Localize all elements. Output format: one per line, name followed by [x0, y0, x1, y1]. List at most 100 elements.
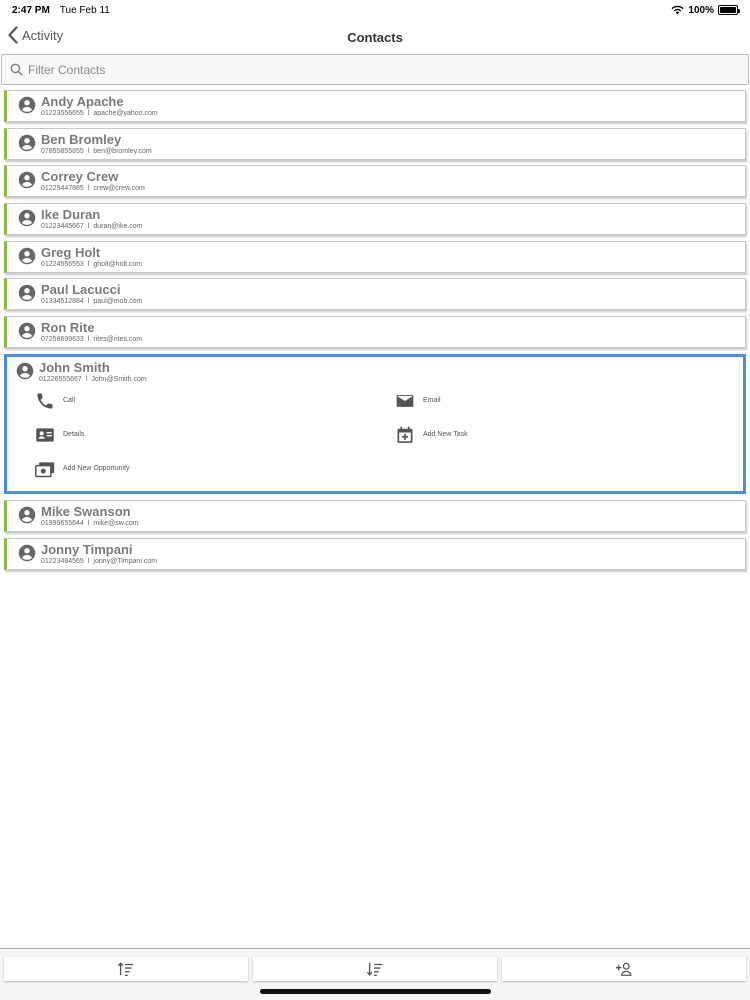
person-icon [18, 285, 36, 302]
contact-email: mike@sw.com [93, 519, 139, 527]
contact-email: crew@crew.com [93, 185, 145, 193]
contact-phone: 01223445667 [41, 223, 84, 231]
add-task-label: Add New Task [423, 431, 468, 439]
add-contact-icon [615, 962, 632, 976]
contact-row[interactable]: Jonny Timpani 01223484565 l jonny@Timpani.… [4, 537, 746, 570]
sort-descending-icon [366, 962, 383, 976]
sort-descending-button[interactable] [253, 957, 497, 981]
status-right: 100% [671, 4, 740, 16]
status-bar: 2:47 PM Tue Feb 11 100% [0, 0, 750, 20]
details-label: Details [63, 431, 85, 439]
contact-email: jonny@Timpani.com [93, 557, 158, 565]
contact-name: Mike Swanson [41, 503, 131, 519]
phone-icon [37, 393, 53, 409]
sort-ascending-button[interactable] [4, 957, 248, 981]
person-icon [18, 209, 36, 227]
page-title: Contacts [347, 29, 403, 45]
contact-name: Paul Lacucci [41, 282, 121, 298]
contact-row[interactable]: Greg Holt 01224556553 l gholt@holt.com [4, 240, 746, 273]
person-icon [18, 172, 36, 189]
contact-row-selected[interactable]: John Smith 01226555667 l John@Smith.com Ca… [4, 353, 746, 494]
contact-email: rites@rites.com [93, 336, 143, 344]
contact-phone: 07855855855 [41, 147, 84, 155]
contact-row[interactable]: Ike Duran 01223445667 l duran@ike.com [4, 203, 746, 236]
calendar-add-icon [397, 426, 413, 443]
status-time: 2:47 PM [12, 4, 50, 16]
add-task-action[interactable]: Add New Task [395, 425, 468, 445]
contact-name: Jonny Timpani [41, 541, 133, 557]
contact-separator: l [87, 147, 90, 155]
contact-email: apache@yahoo.com [93, 110, 158, 117]
call-action[interactable]: Call [35, 391, 75, 411]
contact-separator: l [87, 185, 90, 193]
contact-phone: 07258699633 [41, 336, 84, 344]
contact-name: Andy Apache [41, 94, 124, 109]
contact-info: 01224556553 l gholt@holt.com [41, 261, 142, 268]
contact-phone: 01223484565 [41, 557, 84, 565]
contact-info: 01223445667 l duran@ike.com [41, 223, 143, 230]
contact-separator: l [85, 375, 88, 383]
contact-phone: 01224556553 [41, 260, 84, 268]
id-card-icon [36, 428, 54, 442]
contact-email: paul@mob.com [93, 298, 143, 306]
add-opportunity-action[interactable]: Add New Opportunity [35, 459, 130, 479]
search-icon [10, 63, 23, 76]
person-icon [18, 506, 36, 524]
contact-name: Correy Crew [41, 169, 119, 185]
person-icon [18, 134, 36, 151]
contact-info: 07258699633 l rites@rites.com [41, 336, 142, 343]
contact-phone: 01334512884 [41, 298, 84, 306]
contact-phone: 01999655644 [41, 519, 84, 527]
contact-name: Ron Rite [41, 320, 95, 336]
back-button[interactable]: Activity [8, 26, 63, 44]
contact-row[interactable]: Andy Apache 01223556655 l apache@yahoo.com [4, 90, 746, 122]
contact-row[interactable]: Ben Bromley 07855855855 l ben@bromley.com [4, 127, 746, 160]
back-button-label: Activity [22, 27, 64, 43]
contact-email: gholt@holt.com [93, 260, 143, 268]
contact-email: John@Smith.com [91, 375, 147, 383]
contact-row[interactable]: Ron Rite 07258699633 l rites@rites.com [4, 316, 746, 349]
contact-info: 01999655644 l mike@sw.com [41, 520, 139, 527]
contact-phone: 01225447885 [41, 185, 84, 193]
navigation-bar: Activity Contacts [0, 22, 750, 52]
contact-info: 01223556655 l apache@yahoo.com [41, 110, 158, 117]
status-date: Tue Feb 11 [59, 4, 110, 16]
contact-name: John Smith [39, 359, 110, 375]
email-action[interactable]: Email [395, 391, 441, 411]
sort-ascending-icon [117, 962, 134, 976]
battery-icon [718, 5, 740, 15]
contact-info: 01226555667 l John@Smith.com [39, 376, 147, 383]
contact-row[interactable]: Mike Swanson 01999655644 l mike@sw.com [4, 499, 746, 532]
person-icon [18, 247, 36, 264]
contact-separator: l [87, 223, 90, 231]
contact-separator: l [87, 336, 90, 344]
contact-info: 01334512884 l paul@mob.com [41, 298, 143, 305]
details-action[interactable]: Details [35, 425, 84, 445]
contact-info: 01223484565 l jonny@Timpani.com [41, 558, 157, 565]
add-contact-button[interactable] [502, 957, 746, 981]
contact-phone: 01223556655 [41, 110, 84, 117]
contact-separator: l [87, 110, 90, 117]
call-label: Call [63, 397, 76, 405]
contact-row[interactable]: Correy Crew 01225447885 l crew@crew.com [4, 165, 746, 198]
battery-percent: 100% [688, 4, 714, 16]
contact-phone: 01226555667 [39, 375, 82, 383]
add-opportunity-label: Add New Opportunity [63, 465, 130, 473]
contact-email: ben@bromley.com [93, 147, 152, 155]
contact-separator: l [87, 557, 90, 565]
person-icon [18, 322, 36, 340]
search-input[interactable] [28, 62, 693, 77]
home-indicator[interactable] [260, 989, 491, 994]
contact-row[interactable]: Paul Lacucci 01334512884 l paul@mob.com [4, 278, 746, 311]
search-bar [0, 54, 750, 85]
contact-name: Ben Bromley [41, 131, 122, 147]
money-icon [35, 462, 55, 478]
contact-name: Ike Duran [41, 207, 101, 223]
person-icon [18, 96, 36, 114]
wifi-icon [671, 5, 684, 15]
person-icon [16, 362, 34, 380]
contact-list: Andy Apache 01223556655 l apache@yahoo.com… [4, 90, 746, 575]
person-icon [18, 544, 36, 561]
contact-separator: l [87, 298, 90, 306]
envelope-icon [396, 394, 414, 407]
